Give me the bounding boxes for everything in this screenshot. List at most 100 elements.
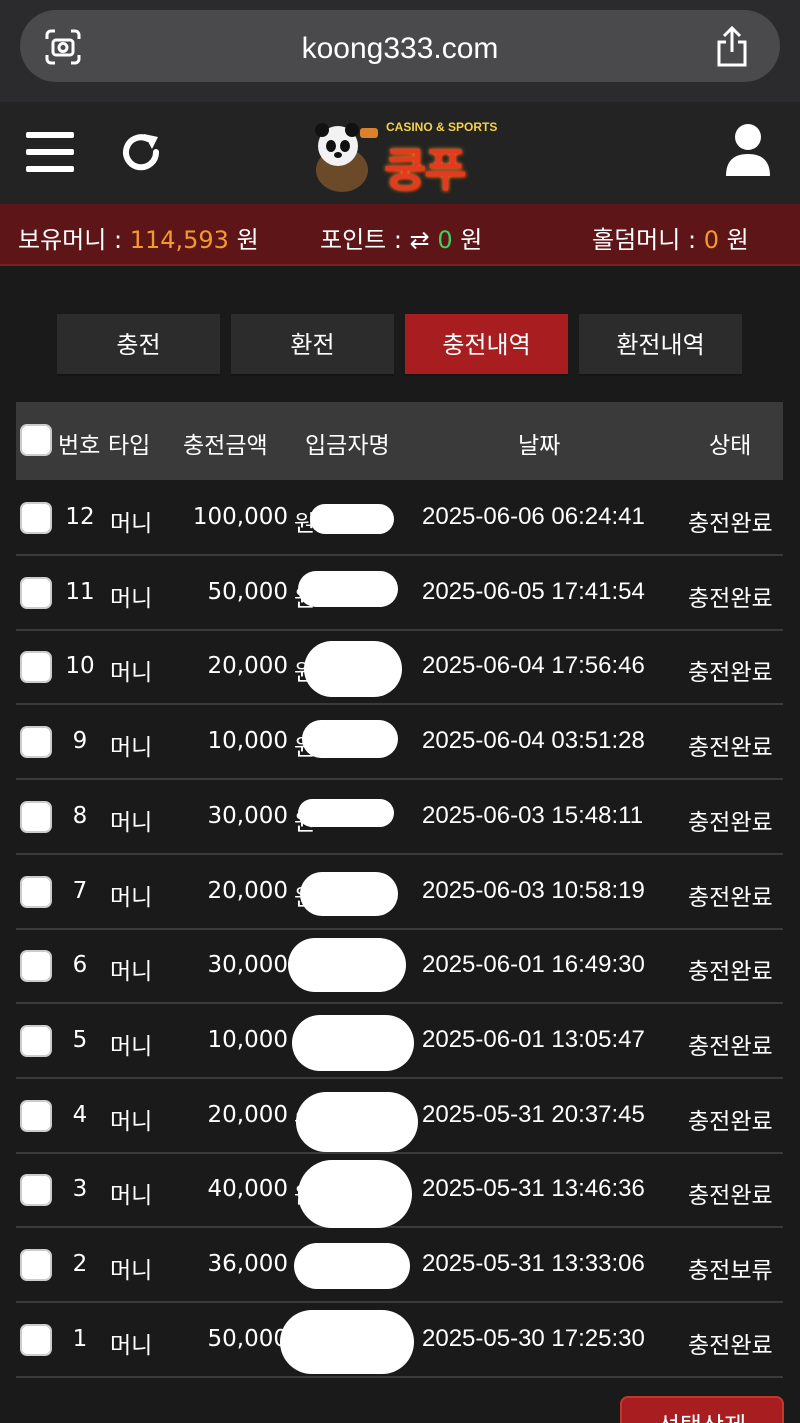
row-amount: 100,000 — [192, 504, 288, 530]
row-status: 충전완료 — [688, 585, 773, 612]
row-type: 머니 — [110, 585, 153, 612]
row-type: 머니 — [110, 1258, 153, 1284]
row-checkbox[interactable] — [20, 726, 52, 759]
delete-selected-button[interactable]: 선택삭제 — [620, 1396, 784, 1423]
redacted-depositor — [294, 1243, 410, 1289]
holdem-balance: 홀덤머니 : 0 원 — [592, 220, 749, 255]
row-number: 11 — [65, 578, 95, 605]
balance-bar: 보유머니 : 114,593 원 포인트 : ⇄ 0 원 홀덤머니 : 0 원 — [0, 204, 800, 266]
redacted-depositor — [310, 504, 394, 534]
row-type: 머니 — [110, 660, 153, 687]
row-status: 충전완료 — [688, 511, 773, 537]
table-row: 10머니20,000원2025-06-04 17:56:46충전완료 — [16, 631, 783, 706]
row-status: 충전완료 — [688, 1183, 773, 1210]
point-unit: 원 — [460, 226, 483, 254]
refresh-icon[interactable] — [118, 130, 164, 176]
table-row: 1머니50,000원2025-05-30 17:25:30충전완료 — [16, 1304, 783, 1378]
browser-address-bar: koong333.com — [0, 0, 800, 102]
row-status: 충전완료 — [688, 735, 773, 762]
row-number: 5 — [72, 1026, 88, 1053]
logo-subtitle: CASINO & SPORTS — [386, 120, 498, 134]
row-type: 머니 — [110, 735, 153, 762]
redacted-depositor — [298, 570, 398, 607]
row-amount: 20,000 — [207, 653, 288, 680]
row-checkbox[interactable] — [20, 1323, 52, 1356]
row-checkbox[interactable] — [20, 875, 52, 908]
money-value: 114,593 — [129, 226, 229, 254]
row-type: 머니 — [110, 1332, 153, 1359]
row-checkbox[interactable] — [20, 502, 52, 534]
row-type: 머니 — [110, 1183, 153, 1210]
row-date: 2025-05-31 13:46:36 — [422, 1175, 645, 1203]
row-date: 2025-06-05 17:41:54 — [422, 577, 645, 605]
row-number: 12 — [65, 504, 95, 530]
table-row: 2머니36,000원2025-05-31 13:33:06충전보류 — [16, 1229, 783, 1303]
tab-charge[interactable]: 충전 — [57, 314, 220, 376]
row-number: 8 — [72, 802, 88, 829]
row-amount: 10,000 — [207, 1026, 288, 1053]
redacted-depositor — [280, 1309, 414, 1374]
select-all-checkbox[interactable] — [20, 424, 52, 456]
row-number: 4 — [72, 1101, 88, 1128]
point-balance: 포인트 : ⇄ 0 원 — [320, 220, 482, 255]
row-amount: 20,000 — [207, 877, 288, 904]
row-checkbox[interactable] — [20, 651, 52, 684]
money-label: 보유머니 : — [18, 226, 123, 254]
header-type: 타입 — [108, 433, 151, 459]
redacted-depositor — [298, 1160, 412, 1229]
table-row: 7머니20,000원2025-06-03 10:58:19충전완료 — [16, 856, 783, 930]
header-depositor: 입금자명 — [305, 433, 390, 459]
header-amount: 충전금액 — [183, 433, 268, 459]
row-checkbox[interactable] — [20, 1174, 52, 1207]
row-checkbox[interactable] — [20, 1099, 52, 1132]
panda-mascot-icon — [315, 123, 378, 192]
row-amount: 50,000 — [207, 578, 288, 605]
row-checkbox[interactable] — [20, 1024, 52, 1057]
row-status: 충전완료 — [688, 660, 773, 687]
site-logo[interactable]: CASINO & SPORTS 쿵푸 — [306, 116, 498, 197]
swap-icon[interactable]: ⇄ — [410, 226, 430, 254]
row-status: 충전완료 — [688, 809, 773, 836]
row-amount: 50,000 — [207, 1325, 288, 1352]
row-status: 충전완료 — [688, 1033, 773, 1060]
row-date: 2025-06-04 03:51:28 — [422, 727, 645, 755]
tab-exchange-history[interactable]: 환전내역 — [579, 314, 742, 376]
table-row: 5머니10,000원2025-06-01 13:05:47충전완료 — [16, 1005, 783, 1079]
tab-charge-history[interactable]: 충전내역 — [405, 314, 568, 376]
row-checkbox[interactable] — [20, 800, 52, 833]
point-label: 포인트 : — [320, 226, 402, 254]
row-type: 머니 — [110, 511, 153, 537]
row-date: 2025-06-01 16:49:30 — [422, 951, 645, 979]
table-header: 번호 타입 충전금액 입금자명 날짜 상태 — [16, 402, 783, 480]
menu-icon[interactable] — [26, 132, 74, 172]
tab-exchange[interactable]: 환전 — [231, 314, 394, 376]
redacted-depositor — [302, 720, 398, 759]
point-value: 0 — [437, 226, 453, 254]
redacted-depositor — [298, 798, 394, 827]
row-type: 머니 — [110, 959, 153, 986]
row-checkbox[interactable] — [20, 1249, 52, 1281]
row-checkbox[interactable] — [20, 950, 52, 983]
redacted-depositor — [288, 938, 406, 993]
row-checkbox[interactable] — [20, 576, 52, 609]
share-icon[interactable] — [714, 26, 750, 68]
row-status: 충전완료 — [688, 1332, 773, 1359]
holdem-label: 홀덤머니 : — [592, 226, 697, 254]
row-number: 10 — [65, 653, 95, 680]
row-number: 6 — [72, 952, 88, 979]
row-type: 머니 — [110, 809, 153, 836]
holdem-value: 0 — [703, 226, 719, 254]
header-date: 날짜 — [518, 433, 561, 459]
main-content: 충전 환전 충전내역 환전내역 번호 타입 충전금액 입금자명 날짜 상태 12… — [0, 266, 800, 1423]
row-number: 3 — [72, 1176, 88, 1203]
row-date: 2025-06-01 13:05:47 — [422, 1025, 645, 1053]
row-amount: 40,000 — [207, 1176, 288, 1203]
row-amount: 30,000 — [207, 952, 288, 979]
row-status: 충전완료 — [688, 959, 773, 986]
row-date: 2025-06-04 17:56:46 — [422, 652, 645, 680]
user-icon[interactable] — [724, 122, 772, 178]
holdem-unit: 원 — [726, 226, 749, 254]
row-date: 2025-06-06 06:24:41 — [422, 503, 645, 530]
row-amount: 30,000 — [207, 802, 288, 829]
url-field[interactable]: koong333.com — [20, 10, 780, 82]
